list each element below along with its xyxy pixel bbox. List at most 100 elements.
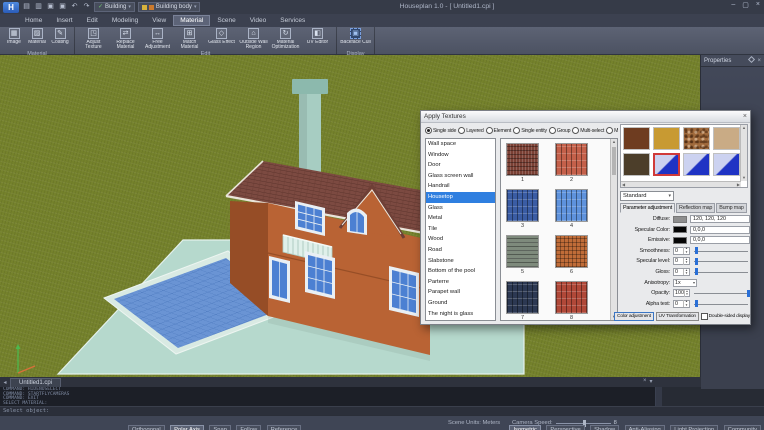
alpha-test-spinner[interactable]: 0▲▼ (673, 300, 690, 308)
orthogonal-button[interactable]: Orthogonal (128, 425, 165, 430)
texture-tile[interactable] (555, 143, 588, 176)
ribbon-item-uv-editor[interactable]: ◧ UV Editor (302, 28, 333, 51)
shadow-button[interactable]: Shadow (590, 425, 619, 430)
list-item[interactable]: Door (426, 160, 495, 171)
swatch-panel-hscrollbar[interactable]: ◀ ▶ (621, 181, 741, 187)
opacity-spinner[interactable]: 100▲▼ (673, 289, 690, 297)
ribbon-item-outside-wall-region[interactable]: ⌂ Outside Wall Region (238, 28, 269, 51)
list-item[interactable]: Glass (426, 203, 495, 214)
anti-aliasing-button[interactable]: Anti-Aliasing (625, 425, 665, 430)
tab-bump-map[interactable]: Bump map (716, 203, 746, 213)
console-tab-untitled[interactable]: Untitled1.cpi (10, 378, 61, 387)
ribbon-item-material-optimization[interactable]: ↻ Material Optimization (270, 28, 301, 51)
ribbon-item-backface-cull[interactable]: ▣ Backface Cull (340, 28, 371, 51)
pin-icon[interactable] (749, 56, 754, 66)
alpha-test-slider[interactable] (694, 300, 750, 308)
specular-color-swatch[interactable] (673, 226, 687, 233)
building-dropdown[interactable]: ✓ Building ▾ (94, 2, 135, 12)
perspective-button[interactable]: Perspective (546, 425, 584, 430)
tab-modeling[interactable]: Modeling (105, 15, 145, 26)
tab-video[interactable]: Video (243, 15, 274, 26)
material-swatch[interactable] (713, 153, 740, 176)
material-swatch[interactable] (683, 153, 710, 176)
tab-home[interactable]: Home (18, 15, 49, 26)
texture-tile[interactable] (555, 189, 588, 222)
polar-axis-button[interactable]: Polar Axis (170, 425, 204, 430)
radio-single-side[interactable]: Single side (425, 127, 456, 134)
list-item-selected[interactable]: Housetop (426, 192, 495, 203)
list-item[interactable]: The night is glass (426, 309, 495, 320)
dialog-close-icon[interactable]: × (743, 112, 747, 122)
list-item[interactable]: Wall space (426, 139, 495, 150)
list-item[interactable]: Wood (426, 234, 495, 245)
maximize-button[interactable]: ▢ (742, 1, 749, 9)
tab-reflection-map[interactable]: Reflection map (676, 203, 715, 213)
tab-edit[interactable]: Edit (80, 15, 105, 26)
texture-tile[interactable] (555, 235, 588, 268)
diffuse-value-field[interactable]: 120, 120, 120 (690, 215, 750, 223)
tab-parameter-adjustment[interactable]: Parameter adjustment (620, 203, 675, 213)
console-log[interactable]: COMMAND: HIDENOSELECT COMMAND: STARTFLYC… (0, 387, 656, 406)
list-item[interactable]: Slabstone (426, 256, 495, 267)
ribbon-item-glass-effect[interactable]: ◇ Glass Effect (206, 28, 237, 51)
scroll-left-icon[interactable]: ◀ (622, 182, 625, 187)
gloss-spinner[interactable]: 0▲▼ (673, 268, 690, 276)
radio-group[interactable]: Group (549, 127, 570, 134)
radio-layered[interactable]: Layered (458, 127, 483, 134)
material-swatch[interactable] (623, 127, 650, 150)
double-sided-display-checkbox[interactable]: Double-sided display (701, 313, 750, 320)
open-file-icon[interactable]: ▥ (34, 1, 43, 13)
tab-scroll-left-icon[interactable]: ◂ (0, 379, 10, 386)
texture-tile[interactable] (506, 143, 539, 176)
console-close-icon[interactable]: × (643, 378, 647, 385)
console-menu-icon[interactable]: ▾ (650, 378, 653, 385)
follow-button[interactable]: Follow (236, 425, 261, 430)
texture-tile[interactable] (506, 235, 539, 268)
radio-multipolygon[interactable]: MultiPolygon (606, 127, 618, 134)
minimize-button[interactable]: – (731, 1, 735, 9)
reference-button[interactable]: Reference (267, 425, 302, 430)
ribbon-item-match-material[interactable]: ⊞ Match Material (174, 28, 205, 51)
list-item[interactable]: Ground (426, 298, 495, 309)
material-type-select[interactable]: Standard ▾ (620, 191, 674, 201)
snap-button[interactable]: Snap (209, 425, 231, 430)
isometric-button[interactable]: Isometric (509, 425, 541, 430)
new-file-icon[interactable]: ▤ (22, 1, 31, 13)
scroll-down-icon[interactable]: ▼ (742, 175, 746, 181)
list-item[interactable]: Metal (426, 213, 495, 224)
smoothness-slider[interactable] (694, 247, 750, 255)
texture-tile[interactable] (506, 281, 539, 314)
ribbon-item-replace-material[interactable]: ⇄ Replace Material (110, 28, 141, 51)
ribbon-item-adjust-texture[interactable]: ◳ Adjust Texture (78, 28, 109, 51)
save-all-icon[interactable]: ▣ (58, 1, 67, 13)
material-swatch[interactable] (713, 127, 740, 150)
radio-single-entity[interactable]: Single entity (513, 127, 547, 134)
diffuse-color-swatch[interactable] (673, 216, 687, 223)
anisotropy-select[interactable]: 1x▾ (673, 279, 697, 287)
tab-insert[interactable]: Insert (49, 15, 79, 26)
specular-color-value-field[interactable]: 0,0,0 (690, 226, 750, 234)
list-item[interactable]: Handrail (426, 181, 495, 192)
community-button[interactable]: Community (724, 425, 761, 430)
ribbon-item-material[interactable]: ▨ Material (26, 28, 48, 51)
undo-icon[interactable]: ↶ (70, 1, 79, 13)
swatch-panel-scrollbar[interactable]: ▲ ▼ (740, 125, 747, 181)
specular-level-slider[interactable] (694, 257, 750, 265)
close-button[interactable]: × (756, 1, 760, 9)
tab-material[interactable]: Material (173, 15, 210, 26)
dialog-title-bar[interactable]: Apply Textures × (421, 111, 750, 123)
texture-tile[interactable] (506, 189, 539, 222)
building-body-dropdown[interactable]: Building body ▾ (138, 2, 201, 12)
emissive-value-field[interactable]: 0,0,0 (690, 236, 750, 244)
save-icon[interactable]: ▣ (46, 1, 55, 13)
scrollbar-thumb[interactable] (612, 147, 616, 175)
light-projection-button[interactable]: Light Projection (670, 425, 718, 430)
gloss-slider[interactable] (694, 268, 750, 276)
list-item[interactable]: Parapet wall (426, 287, 495, 298)
list-item[interactable]: Glass screen wall (426, 171, 495, 182)
material-swatch[interactable] (623, 153, 650, 176)
color-adjustment-button[interactable]: Color adjustment (614, 312, 654, 321)
emissive-color-swatch[interactable] (673, 237, 687, 244)
ribbon-item-image[interactable]: ▦ Image (3, 28, 25, 51)
tab-scene[interactable]: Scene (210, 15, 242, 26)
